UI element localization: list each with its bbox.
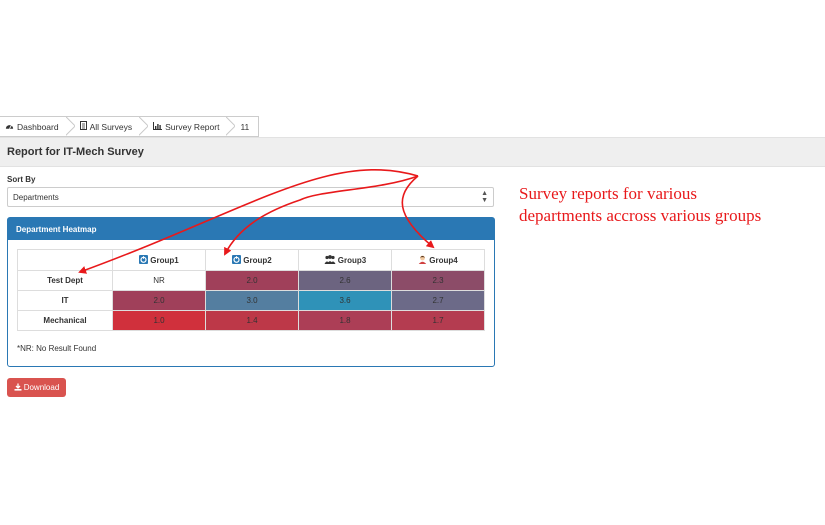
column-label: Group1 (150, 256, 179, 265)
breadcrumb-separator (66, 117, 75, 136)
department-heatmap-panel: Department Heatmap Group1 Group2 Group3 (7, 217, 495, 367)
breadcrumb-label: 11 (240, 121, 250, 132)
heatmap-cell: 2.7 (391, 290, 485, 311)
heatmap-cell: 2.6 (298, 270, 392, 291)
column-label: Group3 (337, 256, 367, 265)
breadcrumb-label: Survey Report (165, 121, 220, 132)
nr-note: *NR: No Result Found (17, 344, 97, 353)
corner-cell (17, 249, 113, 271)
column-header-group2: Group2 (205, 249, 299, 271)
heatmap-row-test-dept: Test Dept NR 2.0 2.6 2.3 (17, 270, 485, 291)
annotation-line: Survey reports for various (519, 184, 697, 203)
heatmap-cell: 3.0 (205, 290, 299, 311)
column-header-group4: Group4 (391, 249, 485, 271)
heatmap-cell: 3.6 (298, 290, 392, 311)
annotation-line: departments accross various groups (519, 206, 762, 225)
breadcrumb-all-surveys[interactable]: All Surveys (75, 117, 140, 136)
group-icon (139, 255, 149, 264)
sort-by-value: Departments (13, 193, 59, 202)
row-header: Test Dept (17, 270, 113, 291)
heatmap-row-it: IT 2.0 3.0 3.6 2.7 (17, 290, 485, 311)
bar-chart-icon (153, 121, 163, 132)
heatmap-table: Group1 Group2 Group3 Group4 Test Dept NR (17, 249, 485, 331)
column-header-group1: Group1 (112, 249, 206, 271)
breadcrumb-label: All Surveys (89, 121, 133, 132)
heatmap-cell: 2.0 (205, 270, 299, 291)
heatmap-cell: 1.7 (391, 310, 485, 331)
heatmap-cell: 1.8 (298, 310, 392, 331)
breadcrumb-separator (139, 117, 148, 136)
group-icon (232, 255, 242, 264)
heatmap-row-mechanical: Mechanical 1.0 1.4 1.8 1.7 (17, 310, 485, 331)
row-header: Mechanical (17, 310, 113, 331)
breadcrumb: Dashboard All Surveys Survey Report 11 (0, 116, 260, 137)
heatmap-header-row: Group1 Group2 Group3 Group4 (17, 249, 485, 271)
column-header-group3: Group3 (298, 249, 392, 271)
panel-title: Department Heatmap (8, 218, 494, 240)
heatmap-cell: NR (112, 270, 206, 291)
heatmap-cell: 1.0 (112, 310, 206, 331)
people-icon (324, 255, 336, 264)
breadcrumb-separator (226, 117, 235, 136)
heatmap-cell: 1.4 (205, 310, 299, 331)
sort-by-select[interactable]: Departments ▲ ▼ (7, 187, 494, 207)
document-icon (79, 121, 87, 132)
column-label: Group4 (429, 256, 458, 265)
breadcrumb-label: Dashboard (17, 121, 59, 132)
heatmap-cell: 2.0 (112, 290, 206, 311)
download-icon (14, 383, 22, 393)
download-label: Download (23, 383, 60, 392)
breadcrumb-dashboard[interactable]: Dashboard (0, 117, 66, 136)
download-button[interactable]: Download (7, 378, 66, 397)
person-icon (418, 255, 427, 264)
annotation-text: Survey reports for various departments a… (519, 183, 819, 227)
heatmap-cell: 2.3 (391, 270, 485, 291)
sort-by-label: Sort By (7, 175, 36, 184)
column-label: Group2 (243, 256, 272, 265)
row-header: IT (17, 290, 113, 311)
page-title: Report for IT-Mech Survey (7, 146, 144, 158)
dashboard-icon (5, 122, 14, 132)
breadcrumb-survey-report[interactable]: Survey Report (148, 117, 226, 136)
breadcrumb-survey-id: 11 (235, 117, 258, 136)
title-bar: Report for IT-Mech Survey (0, 137, 825, 167)
select-caret-icon: ▲ ▼ (481, 190, 488, 204)
